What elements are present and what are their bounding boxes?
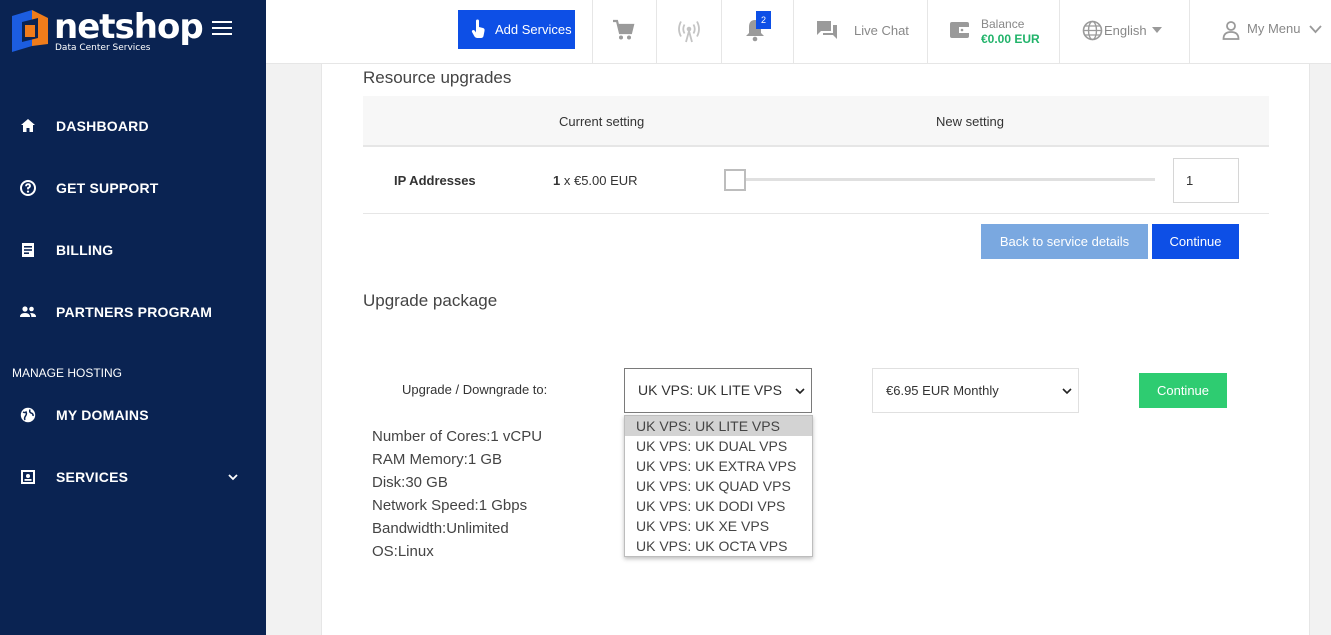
upgrade-downgrade-label: Upgrade / Downgrade to: <box>402 382 548 397</box>
services-icon <box>21 470 35 484</box>
package-dropdown-list: UK VPS: UK LITE VPS UK VPS: UK DUAL VPS … <box>624 415 813 557</box>
people-icon <box>20 306 36 317</box>
row-label-ip-addresses: IP Addresses <box>394 173 476 188</box>
pointer-hand-icon <box>471 19 485 38</box>
language-selector[interactable]: English <box>1104 23 1147 38</box>
sidebar-item-label: BILLING <box>56 242 114 258</box>
col-new-setting: New setting <box>936 114 1004 129</box>
section-label-manage-hosting: MANAGE HOSTING <box>12 366 123 380</box>
package-select[interactable]: UK VPS: UK LITE VPS <box>624 368 812 413</box>
signal-tower-icon[interactable] <box>676 18 702 44</box>
package-select-value: UK VPS: UK LITE VPS <box>638 382 782 398</box>
caret-down-icon <box>1152 27 1162 33</box>
spec-line: Network Speed:1 Gbps <box>372 497 528 514</box>
chevron-down-icon <box>1062 388 1072 395</box>
cart-icon[interactable] <box>612 19 636 41</box>
my-menu-button[interactable]: My Menu <box>1247 21 1300 36</box>
spec-line: Disk:30 GB <box>372 474 448 491</box>
dropdown-option[interactable]: UK VPS: UK EXTRA VPS <box>625 456 812 476</box>
col-current-setting: Current setting <box>559 114 645 129</box>
current-setting-value: 1 x €5.00 EUR <box>553 173 638 188</box>
chevron-down-icon <box>1309 25 1322 34</box>
upgrade-package-title: Upgrade package <box>363 291 498 310</box>
sidebar-item-label: DASHBOARD <box>56 118 149 134</box>
chevron-down-icon <box>795 388 805 395</box>
live-chat-link[interactable]: Live Chat <box>854 23 909 38</box>
sidebar-item-label: PARTNERS PROGRAM <box>56 304 213 320</box>
home-icon <box>21 119 35 132</box>
sidebar: netshop Data Center Services DASHBOARD G… <box>0 0 266 635</box>
add-services-label: Add Services <box>495 22 572 37</box>
billing-cycle-select[interactable]: €6.95 EUR Monthly <box>872 368 1079 413</box>
billing-icon <box>22 243 34 257</box>
brand-tagline: Data Center Services <box>55 43 151 53</box>
sidebar-item-billing[interactable]: BILLING <box>0 230 266 270</box>
brand-name: netshop <box>54 7 204 47</box>
sidebar-item-dashboard[interactable]: DASHBOARD <box>0 106 266 146</box>
notifications-badge: 2 <box>756 11 771 29</box>
main-panel: Resource upgrades Current setting New se… <box>321 64 1310 635</box>
globe-icon <box>20 407 36 423</box>
wallet-icon[interactable] <box>948 20 972 40</box>
sidebar-item-get-support[interactable]: GET SUPPORT <box>0 168 266 208</box>
sidebar-item-label: GET SUPPORT <box>56 180 159 196</box>
table-row: IP Addresses 1 x €5.00 EUR 1 <box>363 148 1269 214</box>
dropdown-option[interactable]: UK VPS: UK LITE VPS <box>625 416 812 436</box>
continue-upgrade-button[interactable]: Continue <box>1139 373 1227 408</box>
add-services-button[interactable]: Add Services <box>458 10 575 49</box>
help-circle-icon <box>20 180 36 196</box>
dropdown-option[interactable]: UK VPS: UK XE VPS <box>625 516 812 536</box>
ip-slider-track[interactable] <box>735 178 1155 181</box>
logo-mark-icon <box>12 10 48 52</box>
brand-logo[interactable]: netshop Data Center Services <box>8 8 204 54</box>
topbar-divider <box>927 0 928 64</box>
chevron-down-icon <box>228 474 238 481</box>
topbar-divider <box>721 0 722 64</box>
sidebar-item-partners-program[interactable]: PARTNERS PROGRAM <box>0 292 266 332</box>
spec-line: Number of Cores:1 vCPU <box>372 428 543 445</box>
sidebar-item-my-domains[interactable]: MY DOMAINS <box>0 395 266 435</box>
sidebar-item-label: SERVICES <box>56 469 129 485</box>
continue-resource-button[interactable]: Continue <box>1152 224 1239 259</box>
resource-table-header: Current setting New setting <box>363 96 1269 147</box>
billing-cycle-value: €6.95 EUR Monthly <box>886 383 999 398</box>
dropdown-option[interactable]: UK VPS: UK QUAD VPS <box>625 476 812 496</box>
chat-icon[interactable] <box>815 19 839 41</box>
back-to-service-details-button[interactable]: Back to service details <box>981 224 1148 259</box>
user-icon[interactable] <box>1222 20 1240 40</box>
app-root: netshop Data Center Services DASHBOARD G… <box>0 0 1331 635</box>
dropdown-option[interactable]: UK VPS: UK DODI VPS <box>625 496 812 516</box>
spec-line: Bandwidth:Unlimited <box>372 520 509 537</box>
topbar-divider <box>793 0 794 64</box>
spec-line: RAM Memory:1 GB <box>372 451 503 468</box>
current-price: x €5.00 EUR <box>560 173 638 188</box>
dropdown-option[interactable]: UK VPS: UK DUAL VPS <box>625 436 812 456</box>
hamburger-menu-icon[interactable] <box>212 21 232 37</box>
topbar-divider <box>592 0 593 64</box>
topbar-divider <box>1189 0 1190 64</box>
resource-upgrades-title: Resource upgrades <box>363 68 512 87</box>
topbar-divider <box>1059 0 1060 64</box>
dropdown-option[interactable]: UK VPS: UK OCTA VPS <box>625 536 812 556</box>
balance-value: €0.00 EUR <box>981 32 1040 46</box>
package-specs: Number of Cores:1 vCPU RAM Memory:1 GB D… <box>372 425 542 563</box>
topbar-divider <box>656 0 657 64</box>
balance-title: Balance <box>981 17 1025 31</box>
sidebar-item-label: MY DOMAINS <box>56 407 149 423</box>
ip-slider-handle[interactable] <box>724 169 746 191</box>
ip-quantity-input[interactable]: 1 <box>1173 158 1239 203</box>
topbar: Add Services 2 Live Chat Balance €0.00 E… <box>266 0 1331 64</box>
globe-language-icon[interactable] <box>1082 20 1103 41</box>
sidebar-item-services[interactable]: SERVICES <box>0 457 266 497</box>
spec-line: OS:Linux <box>372 543 434 560</box>
